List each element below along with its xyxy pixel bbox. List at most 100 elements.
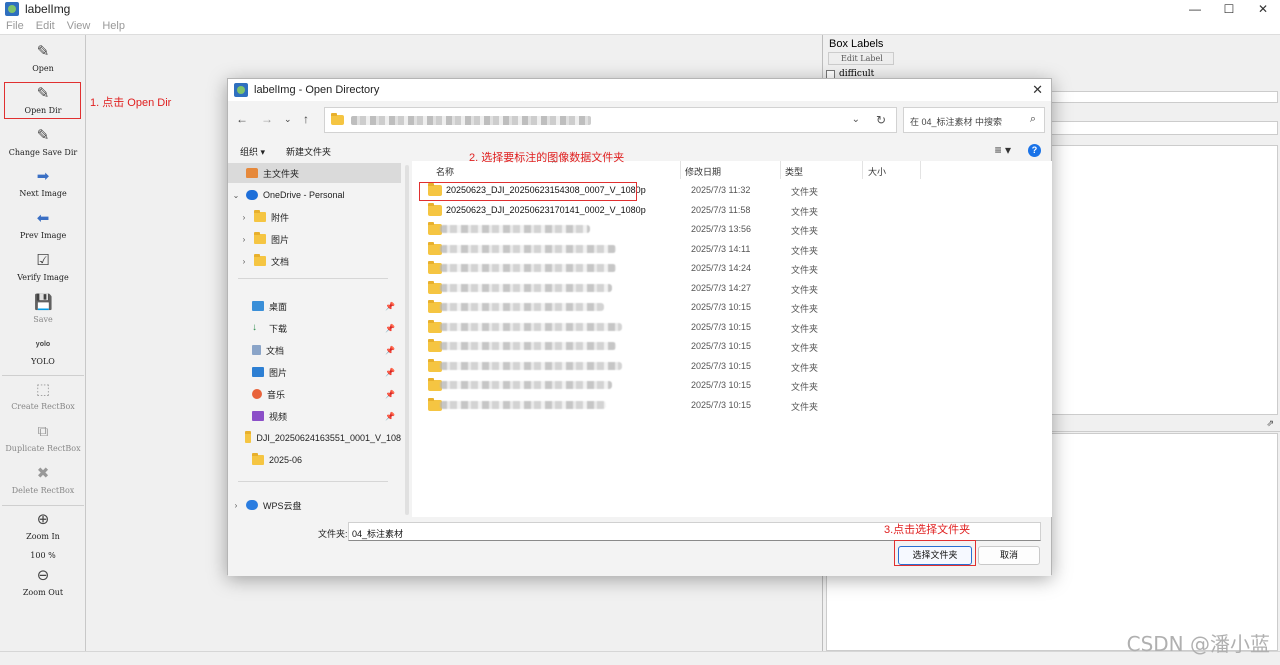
forward-arrow-icon[interactable]: →: [261, 112, 273, 126]
table-row[interactable]: 2025/7/3 14:27 文件夹: [418, 279, 1048, 298]
open-button[interactable]: ✎ Open: [0, 43, 86, 73]
undock-icon[interactable]: ⇗: [1266, 418, 1274, 429]
chevron-right-icon[interactable]: ›: [236, 257, 252, 266]
file-type: 文件夹: [791, 285, 819, 295]
cancel-button[interactable]: 取消: [978, 546, 1040, 565]
dialog-titlebar: labelImg - Open Directory ✕: [228, 79, 1051, 101]
yolo-format-button[interactable]: yolo YOLO: [0, 336, 86, 366]
chevron-down-icon[interactable]: ⌄: [852, 114, 860, 125]
cloud-icon: [246, 190, 258, 200]
minimize-button[interactable]: —: [1178, 0, 1212, 18]
new-folder-button[interactable]: 新建文件夹: [286, 145, 331, 158]
refresh-icon[interactable]: ↻: [876, 113, 886, 127]
table-row[interactable]: 2025/7/3 10:15 文件夹: [418, 357, 1048, 376]
column-divider[interactable]: [920, 161, 921, 179]
arrow-right-icon: ➡: [36, 168, 50, 185]
column-divider[interactable]: [680, 161, 681, 179]
nav-label: 附件: [271, 212, 290, 223]
column-name[interactable]: 名称: [436, 165, 454, 178]
labelimg-app-icon: [5, 2, 19, 16]
chevron-right-icon[interactable]: ›: [228, 501, 244, 510]
zoom-out-button[interactable]: ⊖ Zoom Out: [0, 567, 86, 597]
column-divider[interactable]: [862, 161, 863, 179]
nav-documents-onedrive[interactable]: › 文档: [228, 251, 401, 271]
column-date[interactable]: 修改日期: [685, 165, 721, 178]
nav-documents[interactable]: 文档 📌: [228, 340, 401, 360]
nav-pictures[interactable]: 图片 📌: [228, 362, 401, 382]
blurred-file-name: [440, 381, 612, 389]
verify-image-button[interactable]: ☑ Verify Image: [0, 252, 86, 282]
nav-videos[interactable]: 视频 📌: [228, 406, 401, 426]
yolo-label: YOLO: [31, 357, 55, 366]
chevron-right-icon[interactable]: ›: [236, 235, 252, 244]
save-button[interactable]: 💾 Save: [0, 294, 86, 324]
nav-dji-folder[interactable]: DJI_20250624163551_0001_V_108: [228, 428, 401, 448]
change-save-dir-button[interactable]: ✎ Change Save Dir: [0, 127, 86, 157]
nav-2025-06[interactable]: 2025-06: [228, 450, 401, 470]
window-controls: — ☐ ✕: [1178, 0, 1280, 18]
address-bar[interactable]: ⌄ ↻: [324, 107, 897, 133]
next-image-button[interactable]: ➡ Next Image: [0, 168, 86, 198]
maximize-button[interactable]: ☐: [1212, 0, 1246, 18]
nav-label: 音乐: [267, 389, 286, 400]
blurred-file-name: [440, 362, 622, 370]
nav-home[interactable]: 主文件夹: [228, 163, 401, 183]
table-row[interactable]: 2025/7/3 14:24 文件夹: [418, 259, 1048, 278]
search-icon: ⌕: [1029, 113, 1036, 125]
create-rectbox-button[interactable]: ⬚ Create RectBox: [0, 381, 86, 411]
dialog-title: labelImg - Open Directory: [254, 84, 380, 96]
delete-rectbox-label: Delete RectBox: [11, 486, 75, 495]
delete-rectbox-button[interactable]: ✖ Delete RectBox: [0, 465, 86, 495]
column-type[interactable]: 类型: [785, 165, 803, 178]
dialog-close-icon[interactable]: ✕: [1032, 82, 1043, 98]
search-placeholder: 在 04_标注素材 中搜索: [910, 117, 1003, 127]
zoom-in-button[interactable]: ⊕ Zoom In: [0, 511, 86, 541]
view-options-icon[interactable]: ≡ ▾: [995, 143, 1011, 157]
chevron-right-icon[interactable]: ›: [236, 213, 252, 222]
next-image-label: Next Image: [19, 189, 67, 198]
delete-icon: ✖: [36, 465, 50, 482]
menu-edit[interactable]: Edit: [36, 20, 55, 32]
duplicate-rectbox-button[interactable]: ⧉ Duplicate RectBox: [0, 423, 86, 453]
column-size[interactable]: 大小: [868, 165, 886, 178]
status-bar: [0, 651, 1280, 665]
nav-pictures-onedrive[interactable]: › 图片: [228, 229, 401, 249]
table-row[interactable]: 2025/7/3 10:15 文件夹: [418, 318, 1048, 337]
up-arrow-icon[interactable]: ↑: [303, 112, 309, 126]
nav-desktop[interactable]: 桌面 📌: [228, 296, 401, 316]
scrollbar-thumb[interactable]: [405, 165, 409, 515]
table-row[interactable]: 2025/7/3 13:56 文件夹: [418, 220, 1048, 239]
organize-button[interactable]: 组织 ▾: [240, 145, 265, 158]
nav-onedrive[interactable]: ⌄ OneDrive - Personal: [228, 185, 401, 205]
table-row[interactable]: 2025/7/3 10:15 文件夹: [418, 337, 1048, 356]
nav-wps-cloud[interactable]: › WPS云盘: [228, 495, 401, 515]
open-directory-dialog: labelImg - Open Directory ✕ ← → ⌄ ↑ ⌄ ↻ …: [227, 78, 1052, 576]
pin-icon: 📌: [385, 411, 395, 421]
table-row[interactable]: 2025/7/3 14:11 文件夹: [418, 240, 1048, 259]
column-divider[interactable]: [780, 161, 781, 179]
back-arrow-icon[interactable]: ←: [236, 112, 248, 126]
search-box[interactable]: 在 04_标注素材 中搜索 ⌕: [903, 107, 1045, 133]
nav-downloads[interactable]: ↓ 下载 📌: [228, 318, 401, 338]
document-icon: [252, 345, 261, 355]
nav-label: OneDrive - Personal: [263, 190, 345, 200]
menu-view[interactable]: View: [67, 20, 91, 32]
file-date: 2025/7/3 10:15: [691, 322, 752, 332]
table-row[interactable]: 2025/7/3 10:15 文件夹: [418, 396, 1048, 415]
recent-chevron-icon[interactable]: ⌄: [284, 114, 292, 125]
table-row[interactable]: 2025/7/3 10:15 文件夹: [418, 376, 1048, 395]
table-row[interactable]: 20250623_DJI_20250623170141_0002_V_1080p…: [418, 201, 1048, 220]
prev-image-button[interactable]: ⬅ Prev Image: [0, 210, 86, 240]
edit-label-button[interactable]: Edit Label: [828, 52, 894, 65]
nav-music[interactable]: 音乐 📌: [228, 384, 401, 404]
menu-help[interactable]: Help: [102, 20, 125, 32]
nav-scrollbar[interactable]: [402, 161, 412, 517]
app-title: labelImg: [25, 2, 71, 16]
close-button[interactable]: ✕: [1246, 0, 1280, 18]
nav-attachments[interactable]: › 附件: [228, 207, 401, 227]
zoom-level[interactable]: 100 %: [0, 548, 86, 560]
help-icon[interactable]: ?: [1028, 144, 1041, 157]
chevron-down-icon[interactable]: ⌄: [228, 191, 244, 200]
table-row[interactable]: 2025/7/3 10:15 文件夹: [418, 298, 1048, 317]
menu-file[interactable]: File: [6, 20, 24, 32]
